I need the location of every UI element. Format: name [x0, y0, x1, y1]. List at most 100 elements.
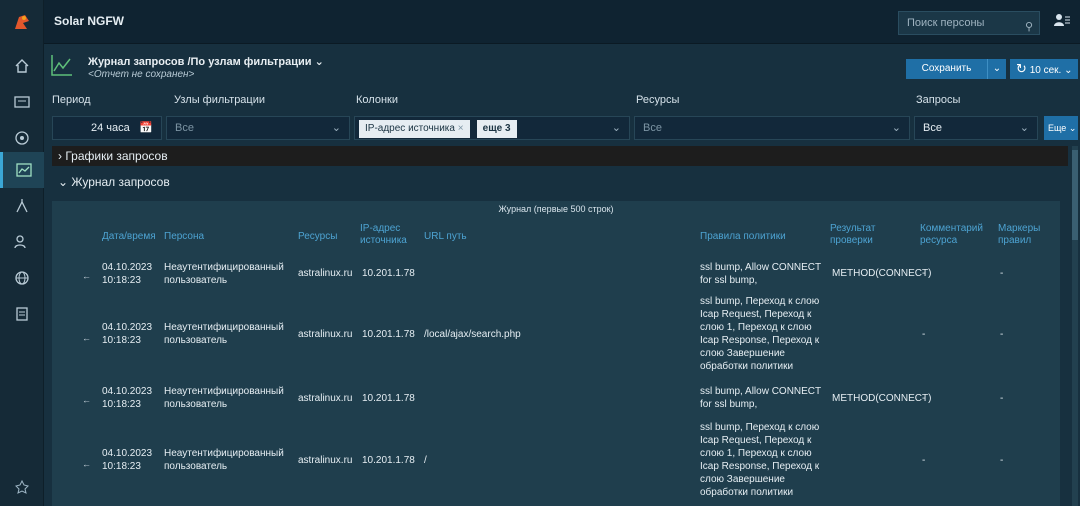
refresh-interval-button[interactable]: ↻ 10 сек. ⌄	[1010, 59, 1078, 79]
nodes-value: Все	[175, 122, 194, 134]
reports-icon[interactable]	[0, 152, 44, 188]
cell-url: /local/ajax/search.php	[424, 329, 521, 340]
requests-label: Запросы	[916, 94, 961, 106]
columns-select[interactable]: IP-адрес источника × еще 3 ⌄	[354, 116, 630, 140]
app-title: Solar NGFW	[54, 14, 125, 28]
expand-row-icon[interactable]: ←	[82, 459, 91, 469]
cell-resource: astralinux.ru	[298, 393, 353, 404]
table-caption: Журнал (первые 500 строк)	[498, 204, 614, 214]
table-row[interactable]: ← 04.10.2023 10:18:23 Неаутентифицирован…	[52, 383, 1060, 417]
cell-markers: -	[1000, 268, 1004, 279]
cell-resource: astralinux.ru	[298, 329, 353, 340]
resources-select[interactable]: Все ⌄	[634, 116, 910, 140]
refresh-interval-label: 10 сек.	[1029, 65, 1062, 76]
requests-value: Все	[923, 122, 942, 134]
cell-resource: astralinux.ru	[298, 268, 353, 279]
more-columns-chip[interactable]: еще 3	[476, 120, 517, 138]
search-input[interactable]: Поиск персоны ⚲	[898, 11, 1040, 35]
cell-markers: -	[1000, 393, 1004, 404]
chevron-down-icon: ⌄	[891, 122, 901, 134]
period-select[interactable]: 24 часа 📅	[52, 116, 162, 140]
cell-ip: 10.201.1.78	[362, 329, 415, 340]
cell-ip: 10.201.1.78	[362, 455, 415, 466]
log-icon[interactable]	[0, 296, 44, 332]
cell-rules: ssl bump, Allow CONNECT for ssl bump,	[700, 262, 821, 286]
cell-rules: ssl bump, Переход к слою Icap Request, П…	[700, 296, 820, 372]
solar-logo[interactable]	[0, 0, 44, 44]
cell-comment: -	[922, 329, 926, 340]
filter-row: 24 часа 📅 Все ⌄ IP-адрес источника × еще…	[44, 116, 1080, 140]
table-row[interactable]: ← 04.10.2023 10:18:23 Неаутентифицирован…	[52, 259, 1060, 293]
col-header-rules[interactable]: Правила политики	[700, 231, 786, 243]
cell-time: 10:18:23	[102, 399, 141, 410]
chevron-down-icon[interactable]: ⌄	[988, 59, 1006, 79]
cell-date: 04.10.2023	[102, 448, 153, 459]
chevron-down-icon: ⌄	[611, 122, 621, 134]
column-chip[interactable]: IP-адрес источника ×	[359, 120, 470, 138]
filter-labels: Период Узлы фильтрации Колонки Ресурсы З…	[44, 94, 1080, 110]
search-placeholder: Поиск персоны	[907, 17, 985, 29]
cell-url: /	[424, 455, 427, 466]
save-button[interactable]: Сохранить ⌄	[906, 59, 1006, 79]
close-icon[interactable]: ×	[458, 123, 464, 134]
expand-row-icon[interactable]: ←	[82, 271, 91, 281]
antenna-icon[interactable]	[0, 188, 44, 224]
search-icon[interactable]: ⚲	[1025, 16, 1033, 38]
journal-section-header[interactable]: ⌄ Журнал запросов	[52, 175, 170, 189]
col-header-resources[interactable]: Ресурсы	[298, 231, 337, 243]
users-icon[interactable]	[0, 224, 44, 260]
cell-date: 04.10.2023	[102, 386, 153, 397]
calendar-icon[interactable]: 📅	[139, 117, 153, 139]
shield-icon[interactable]	[0, 120, 44, 156]
cell-comment: -	[922, 455, 926, 466]
cell-ip: 10.201.1.78	[362, 393, 415, 404]
cell-result: METHOD(CONNECT)	[832, 393, 932, 404]
home-icon[interactable]	[0, 48, 44, 84]
chevron-down-icon: ⌄	[1019, 122, 1029, 134]
dashboard-icon[interactable]	[0, 84, 44, 120]
report-title[interactable]: Журнал запросов /По узлам фильтрации ⌄	[88, 55, 324, 68]
col-header-markers[interactable]: Маркеры правил	[998, 223, 1048, 247]
table-row[interactable]: ← 04.10.2023 10:18:23 Неаутентифицирован…	[52, 293, 1060, 381]
cell-markers: -	[1000, 329, 1004, 340]
nodes-select[interactable]: Все ⌄	[166, 116, 350, 140]
cell-comment: -	[922, 268, 926, 279]
col-header-ip[interactable]: IP-адрес источника	[360, 223, 420, 247]
cell-time: 10:18:23	[102, 275, 141, 286]
cell-time: 10:18:23	[102, 335, 141, 346]
cell-comment: -	[922, 393, 926, 404]
col-header-person[interactable]: Персона	[164, 231, 204, 243]
col-header-url[interactable]: URL путь	[424, 231, 467, 243]
period-label: Период	[52, 94, 91, 106]
user-menu-icon[interactable]	[1054, 13, 1070, 30]
cell-date: 04.10.2023	[102, 262, 153, 273]
pin-icon[interactable]	[0, 472, 44, 502]
expand-row-icon[interactable]: ←	[82, 333, 91, 343]
expand-row-icon[interactable]: ←	[82, 395, 91, 405]
table-row[interactable]: ← 04.10.2023 10:18:23 Неаутентифицирован…	[52, 419, 1060, 506]
page-scrollbar-thumb[interactable]	[1072, 150, 1078, 240]
chevron-down-icon: ⌄	[58, 175, 72, 189]
nodes-label: Узлы фильтрации	[174, 94, 266, 106]
charts-section-header[interactable]: › Графики запросов	[52, 146, 1068, 166]
report-header: Журнал запросов /По узлам фильтрации ⌄ <…	[44, 44, 1080, 92]
col-header-comment[interactable]: Комментарий ресурса	[920, 223, 984, 247]
chevron-down-icon: ⌄	[314, 56, 324, 68]
resources-value: Все	[643, 122, 662, 134]
cell-person: Неаутентифицированный пользователь	[164, 262, 284, 286]
chevron-down-icon: ⌄	[1064, 65, 1073, 76]
col-header-datetime[interactable]: Дата/время	[102, 231, 156, 243]
more-filters-button[interactable]: Еще ⌄	[1044, 116, 1078, 140]
chevron-down-icon: ⌄	[1068, 123, 1077, 133]
columns-label: Колонки	[356, 94, 398, 106]
requests-select[interactable]: Все ⌄	[914, 116, 1038, 140]
cell-person: Неаутентифицированный пользователь	[164, 448, 284, 472]
cell-rules: ssl bump, Allow CONNECT for ssl bump,	[700, 386, 821, 410]
cell-result: METHOD(CONNECT)	[832, 268, 932, 279]
save-label: Сохранить	[906, 59, 988, 79]
period-value: 24 часа	[91, 122, 130, 134]
col-header-result[interactable]: Результат проверки	[830, 223, 890, 247]
cell-markers: -	[1000, 455, 1004, 466]
globe-icon[interactable]	[0, 260, 44, 296]
journal-table: Журнал (первые 500 строк) Дата/время Пер…	[52, 201, 1060, 506]
